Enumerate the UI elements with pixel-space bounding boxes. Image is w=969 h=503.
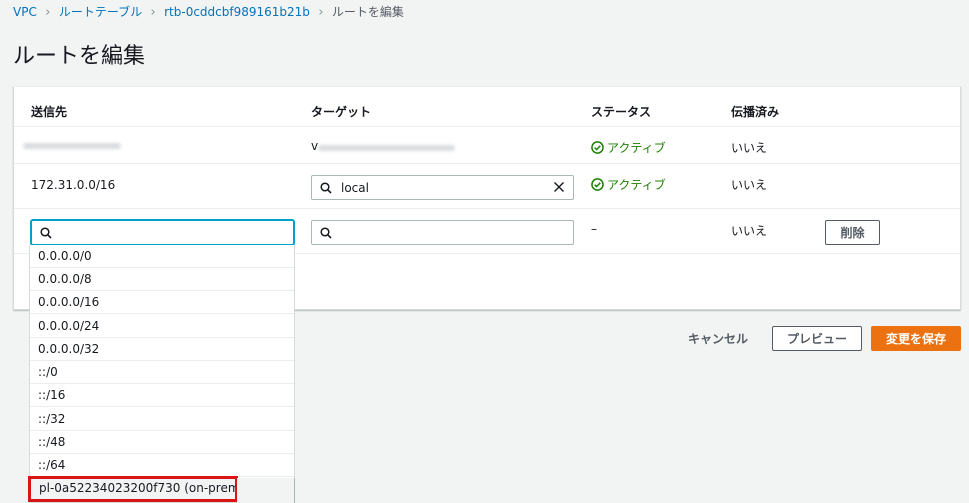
- dropdown-option[interactable]: 0.0.0.0/16: [30, 291, 294, 314]
- redacted-target: [318, 145, 455, 151]
- save-changes-button[interactable]: 変更を保存: [871, 326, 961, 351]
- breadcrumb-route-table-id[interactable]: rtb-0cddcbf989161b21b: [164, 5, 310, 19]
- dropdown-option[interactable]: 0.0.0.0/8: [30, 268, 294, 291]
- delete-route-button[interactable]: 削除: [825, 220, 880, 245]
- row1-status: アクティブ: [591, 139, 666, 156]
- target-value: local: [341, 181, 369, 195]
- search-icon: [320, 227, 332, 239]
- column-header-propagated: 伝播済み: [731, 105, 780, 119]
- chevron-right-icon: ›: [45, 5, 51, 20]
- row3-target-input[interactable]: [311, 220, 574, 245]
- dropdown-option[interactable]: ::/16: [30, 384, 294, 407]
- row1-propagated: いいえ: [731, 141, 768, 155]
- destination-dropdown: 0.0.0.0/0 0.0.0.0/8 0.0.0.0/16 0.0.0.0/2…: [29, 245, 295, 503]
- breadcrumb-vpc[interactable]: VPC: [13, 5, 37, 19]
- breadcrumb: VPC › ルートテーブル › rtb-0cddcbf989161b21b › ルートを編集: [13, 3, 404, 20]
- divider: [14, 163, 960, 164]
- row2-status: アクティブ: [591, 176, 666, 193]
- preview-button[interactable]: プレビュー: [772, 326, 862, 351]
- row3-status: –: [591, 222, 597, 236]
- dropdown-option-prefix-list[interactable]: pl-0a52234023200f730 (on-premise): [28, 476, 261, 502]
- dropdown-option[interactable]: ::/0: [30, 361, 294, 384]
- redacted-destination: [23, 143, 121, 149]
- dropdown-option[interactable]: ::/64: [30, 454, 294, 477]
- breadcrumb-current: ルートを編集: [331, 5, 404, 19]
- row2-target-input[interactable]: local: [311, 175, 574, 200]
- dropdown-option[interactable]: ::/48: [30, 431, 294, 454]
- search-icon: [40, 227, 52, 239]
- row3-propagated: いいえ: [731, 224, 768, 238]
- divider: [14, 208, 960, 209]
- dropdown-option[interactable]: 0.0.0.0/32: [30, 338, 294, 361]
- check-circle-icon: [591, 141, 604, 154]
- page-title: ルートを編集: [13, 44, 146, 69]
- dropdown-option-highlight-bg: [237, 478, 295, 503]
- row1-target-prefix: v: [311, 139, 319, 153]
- chevron-right-icon: ›: [150, 5, 156, 20]
- breadcrumb-route-tables[interactable]: ルートテーブル: [59, 5, 142, 19]
- column-header-status: ステータス: [591, 105, 652, 119]
- column-header-target: ターゲット: [311, 105, 372, 119]
- divider: [14, 126, 960, 127]
- status-label: アクティブ: [607, 141, 666, 155]
- dropdown-option[interactable]: ::/32: [30, 408, 294, 431]
- status-label: アクティブ: [607, 178, 666, 192]
- row2-destination: 172.31.0.0/16: [31, 178, 116, 192]
- dropdown-option[interactable]: 0.0.0.0/24: [30, 315, 294, 338]
- chevron-right-icon: ›: [318, 5, 324, 20]
- dropdown-option[interactable]: 0.0.0.0/0: [30, 245, 294, 268]
- row3-destination-input[interactable]: [31, 220, 294, 245]
- search-icon: [320, 182, 332, 194]
- row2-propagated: いいえ: [731, 178, 768, 192]
- clear-icon[interactable]: [553, 181, 565, 193]
- column-header-destination: 送信先: [31, 105, 68, 119]
- cancel-button[interactable]: キャンセル: [680, 326, 756, 351]
- check-circle-icon: [591, 178, 604, 191]
